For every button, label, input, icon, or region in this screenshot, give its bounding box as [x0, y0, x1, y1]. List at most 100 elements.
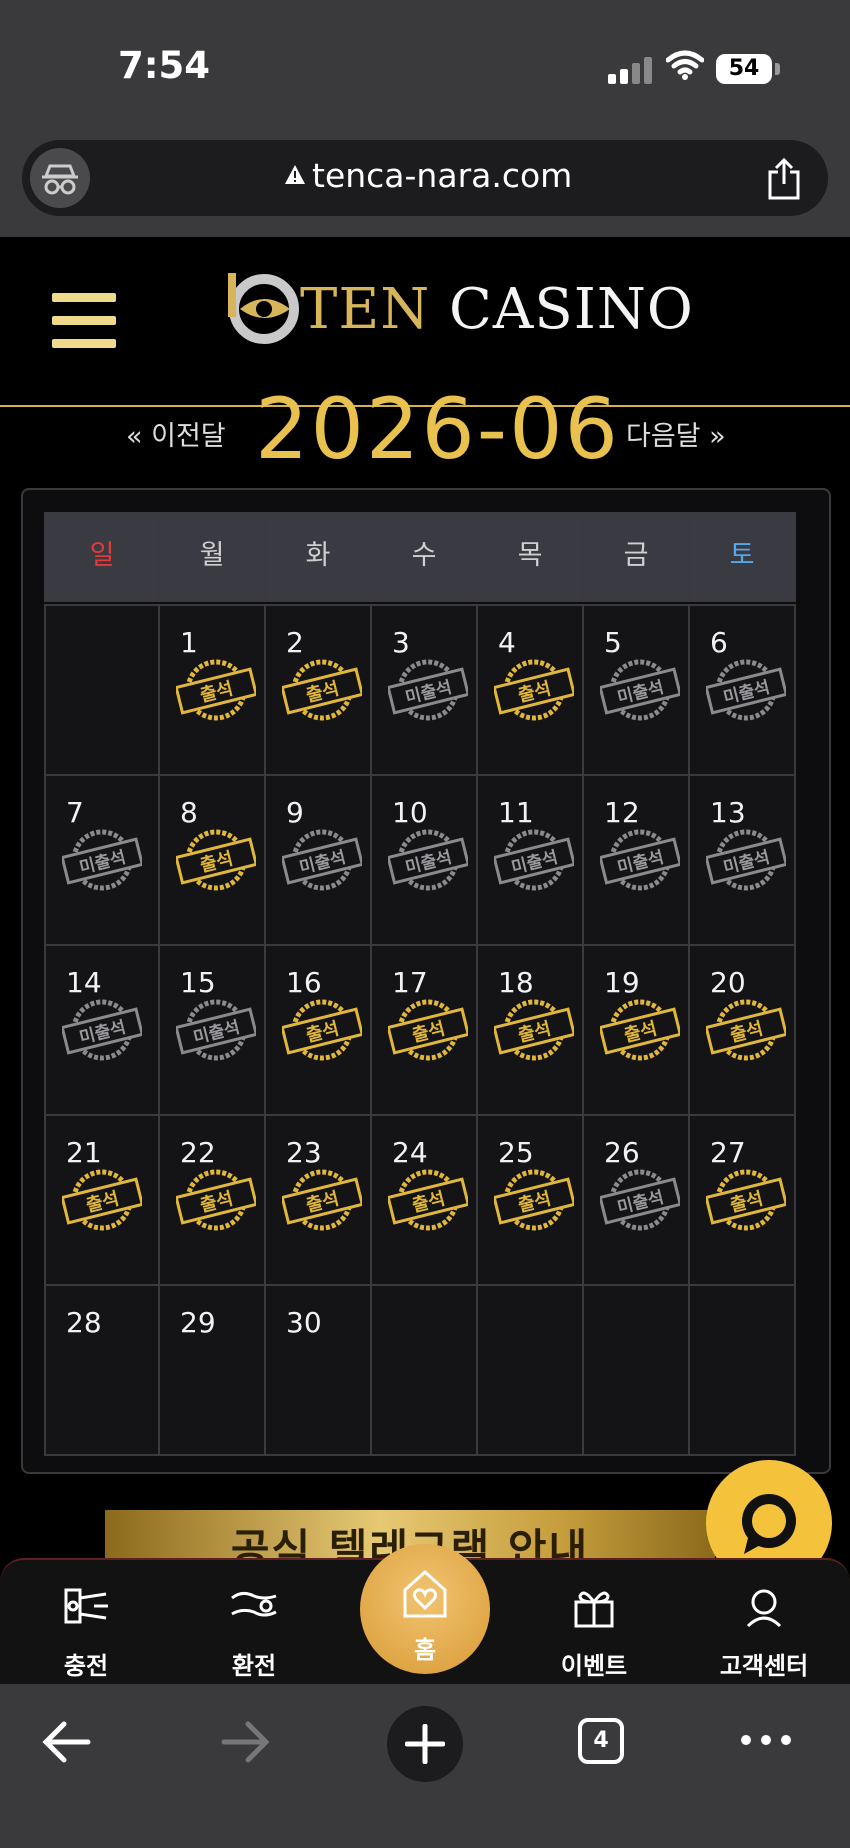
weekday-header: 수: [370, 512, 478, 602]
share-icon[interactable]: [766, 158, 802, 200]
nav-support[interactable]: 고객센터: [704, 1584, 824, 1681]
gift-icon: [574, 1591, 614, 1628]
calendar-empty-cell: [476, 1284, 584, 1456]
chat-bubble-icon: [742, 1494, 796, 1554]
attended-stamp-icon: 출석: [176, 1169, 256, 1231]
logo-text[interactable]: TEN CASINO: [300, 277, 694, 342]
calendar-day-cell: 12 미출석: [582, 774, 690, 946]
attended-stamp-icon: 출석: [494, 659, 574, 721]
day-number: 14: [66, 966, 102, 999]
attended-stamp-icon: 출석: [388, 1169, 468, 1231]
calendar-day-cell: 17 출석: [370, 944, 478, 1116]
calendar-day-cell: 8 출석: [158, 774, 266, 946]
calendar-day-cell: 21 출석: [44, 1114, 160, 1286]
attended-stamp-icon: 출석: [62, 1169, 142, 1231]
absent-stamp-icon: 미출석: [176, 999, 256, 1061]
nav-exchange[interactable]: 환전: [194, 1584, 314, 1681]
day-number: 9: [286, 796, 304, 829]
address-bar[interactable]: tenca-nara.com: [22, 140, 828, 216]
calendar-day-cell: 3 미출석: [370, 604, 478, 776]
day-number: 20: [710, 966, 746, 999]
nav-exchange-label: 환전: [231, 1652, 277, 1680]
more-icon[interactable]: [740, 1732, 792, 1748]
attended-stamp-icon: 출석: [706, 999, 786, 1061]
status-bar: 7:54 54: [0, 0, 850, 140]
calendar-day-cell: 29: [158, 1284, 266, 1456]
calendar-day-cell: 24 출석: [370, 1114, 478, 1286]
calendar-empty-cell: [582, 1284, 690, 1456]
attended-stamp-icon: 출석: [600, 999, 680, 1061]
attended-stamp-icon: 출석: [706, 1169, 786, 1231]
nav-home[interactable]: 홈: [360, 1544, 490, 1674]
weekday-header: 월: [158, 512, 266, 602]
logo-ten: TEN: [300, 277, 431, 342]
back-icon[interactable]: [40, 1720, 92, 1764]
forward-icon[interactable]: [220, 1720, 272, 1764]
home-heart-icon: [403, 1569, 447, 1618]
next-month-link[interactable]: 다음달 »: [626, 414, 726, 453]
calendar-day-cell: 20 출석: [688, 944, 796, 1116]
prev-month-link[interactable]: « 이전달: [126, 414, 226, 453]
absent-stamp-icon: 미출석: [62, 999, 142, 1061]
day-number: 26: [604, 1136, 640, 1169]
browser-toolbar: 4: [0, 1684, 850, 1848]
day-number: 22: [180, 1136, 216, 1169]
day-number: 6: [710, 626, 728, 659]
menu-icon[interactable]: [52, 293, 116, 349]
day-number: 2: [286, 626, 304, 659]
day-number: 25: [498, 1136, 534, 1169]
weekday-header: 금: [582, 512, 690, 602]
private-mode-icon[interactable]: [30, 148, 90, 208]
attended-stamp-icon: 출석: [176, 659, 256, 721]
attended-stamp-icon: 출석: [282, 659, 362, 721]
calendar-day-cell: 30: [264, 1284, 372, 1456]
day-number: 16: [286, 966, 322, 999]
calendar-day-cell: 13 미출석: [688, 774, 796, 946]
calendar-day-cell: 7 미출석: [44, 774, 160, 946]
attended-stamp-icon: 출석: [176, 829, 256, 891]
absent-stamp-icon: 미출석: [62, 829, 142, 891]
calendar-day-cell: 1 출석: [158, 604, 266, 776]
browser-address-area: tenca-nara.com: [0, 140, 850, 237]
calendar-day-cell: 23 출석: [264, 1114, 372, 1286]
calendar-day-cell: 16 출석: [264, 944, 372, 1116]
plus-icon: [405, 1724, 445, 1764]
weekday-header: 토: [688, 512, 796, 602]
wifi-icon: [666, 50, 704, 80]
month-navigation: « 이전달 2026-06 다음달 »: [0, 390, 850, 460]
calendar-day-cell: 4 출석: [476, 604, 584, 776]
absent-stamp-icon: 미출석: [388, 659, 468, 721]
calendar-empty-cell: [44, 604, 160, 776]
calendar-day-cell: 19 출석: [582, 944, 690, 1116]
nav-home-label: 홈: [413, 1636, 437, 1664]
weekday-header: 목: [476, 512, 584, 602]
battery-icon: 54: [716, 54, 772, 84]
tabs-button[interactable]: 4: [578, 1718, 624, 1764]
day-number: 15: [180, 966, 216, 999]
calendar-day-cell: 11 미출석: [476, 774, 584, 946]
calendar-day-cell: 5 미출석: [582, 604, 690, 776]
absent-stamp-icon: 미출석: [388, 829, 468, 891]
attended-stamp-icon: 출석: [282, 1169, 362, 1231]
day-number: 30: [286, 1306, 322, 1339]
calendar-day-cell: 25 출석: [476, 1114, 584, 1286]
absent-stamp-icon: 미출석: [706, 829, 786, 891]
support-agent-icon: [746, 1589, 782, 1628]
absent-stamp-icon: 미출석: [494, 829, 574, 891]
new-tab-button[interactable]: [387, 1706, 463, 1782]
weekday-header: 화: [264, 512, 372, 602]
nav-event[interactable]: 이벤트: [534, 1584, 654, 1681]
calendar-day-cell: 6 미출석: [688, 604, 796, 776]
absent-stamp-icon: 미출석: [600, 1169, 680, 1231]
status-time: 7:54: [118, 44, 211, 87]
attended-stamp-icon: 출석: [388, 999, 468, 1061]
weekday-header: 일: [44, 512, 160, 602]
site-header: TEN CASINO: [0, 237, 850, 407]
attended-stamp-icon: 출석: [282, 999, 362, 1061]
day-number: 27: [710, 1136, 746, 1169]
calendar-day-cell: 18 출석: [476, 944, 584, 1116]
nav-charge[interactable]: 충전: [26, 1584, 146, 1681]
calendar-day-cell: 28: [44, 1284, 160, 1456]
day-number: 4: [498, 626, 516, 659]
day-number: 29: [180, 1306, 216, 1339]
